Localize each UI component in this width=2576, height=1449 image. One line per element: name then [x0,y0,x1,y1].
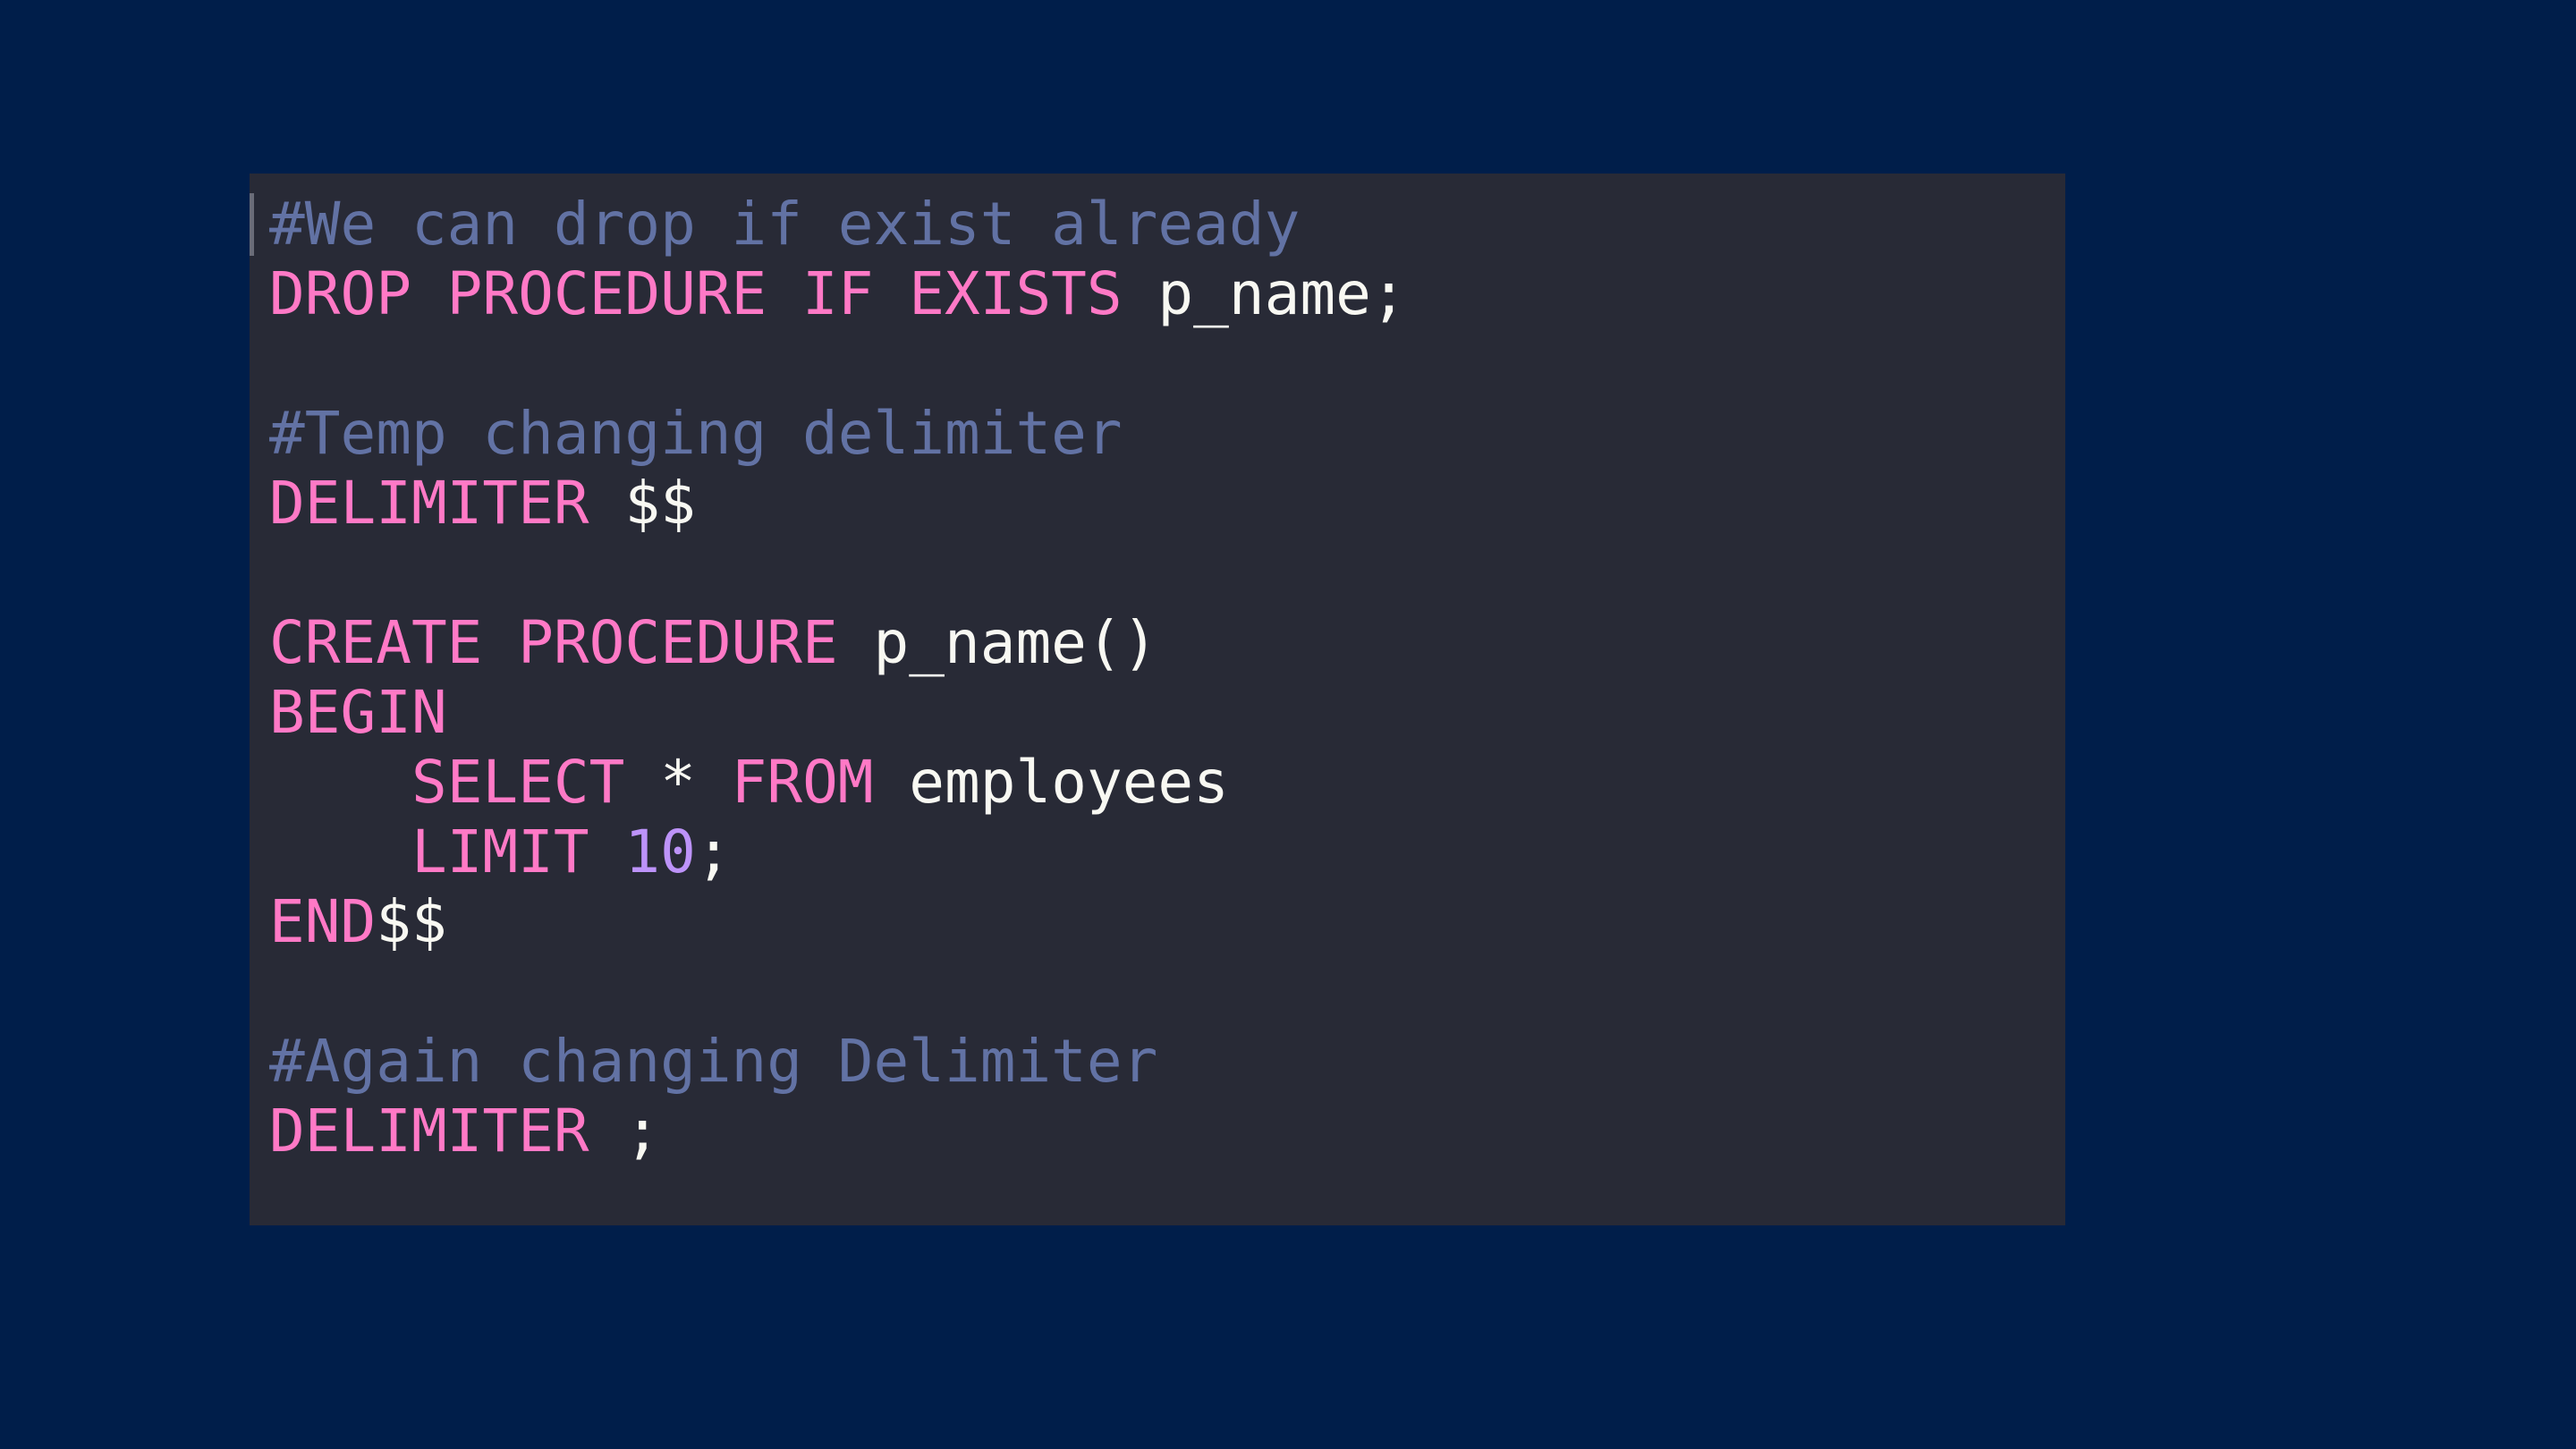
code-editor[interactable]: #We can drop if exist already DROP PROCED… [250,174,2065,1225]
code-line: SELECT * FROM employees [269,748,1407,818]
code-line: #Again changing Delimiter [269,1027,1407,1097]
code-token-keyword: END [269,887,377,956]
code-token-keyword: DROP PROCEDURE IF EXISTS [269,259,1123,328]
code-line: DELIMITER $$ [269,469,1407,538]
code-block[interactable]: #We can drop if exist already DROP PROCED… [269,190,1407,1166]
code-token-keyword: DELIMITER [269,469,589,538]
code-token-comment: #We can drop if exist already [269,190,1301,258]
text-cursor [250,193,254,256]
code-token-plain: ; [589,1097,661,1165]
code-line: #Temp changing delimiter [269,399,1407,469]
code-line: BEGIN [269,678,1407,748]
code-line: CREATE PROCEDURE p_name() [269,608,1407,678]
code-line: DELIMITER ; [269,1097,1407,1166]
code-token-number: 10 [624,818,696,886]
code-token-comment: #Again changing Delimiter [269,1027,1158,1096]
code-token-keyword: FROM [731,748,874,817]
code-line: #We can drop if exist already [269,190,1407,259]
code-line: DROP PROCEDURE IF EXISTS p_name; [269,259,1407,329]
code-token-keyword: CREATE PROCEDURE [269,608,838,677]
code-token-comment: #Temp changing delimiter [269,399,1123,468]
code-token-plain: $$ [376,887,447,956]
code-token-keyword: SELECT [411,748,625,817]
code-token-plain: * [624,748,732,817]
code-token-plain: $$ [589,469,696,538]
code-token-keyword: DELIMITER [269,1097,589,1165]
code-token-plain: p_name() [837,608,1158,677]
code-token-plain: employees [873,748,1229,817]
code-token-keyword: BEGIN [269,678,447,747]
code-line: LIMIT 10; [269,818,1407,887]
code-token-plain: p_name; [1122,259,1407,328]
code-token-keyword: LIMIT [411,818,589,886]
code-line: END$$ [269,887,1407,957]
code-token-plain: ; [695,818,732,886]
